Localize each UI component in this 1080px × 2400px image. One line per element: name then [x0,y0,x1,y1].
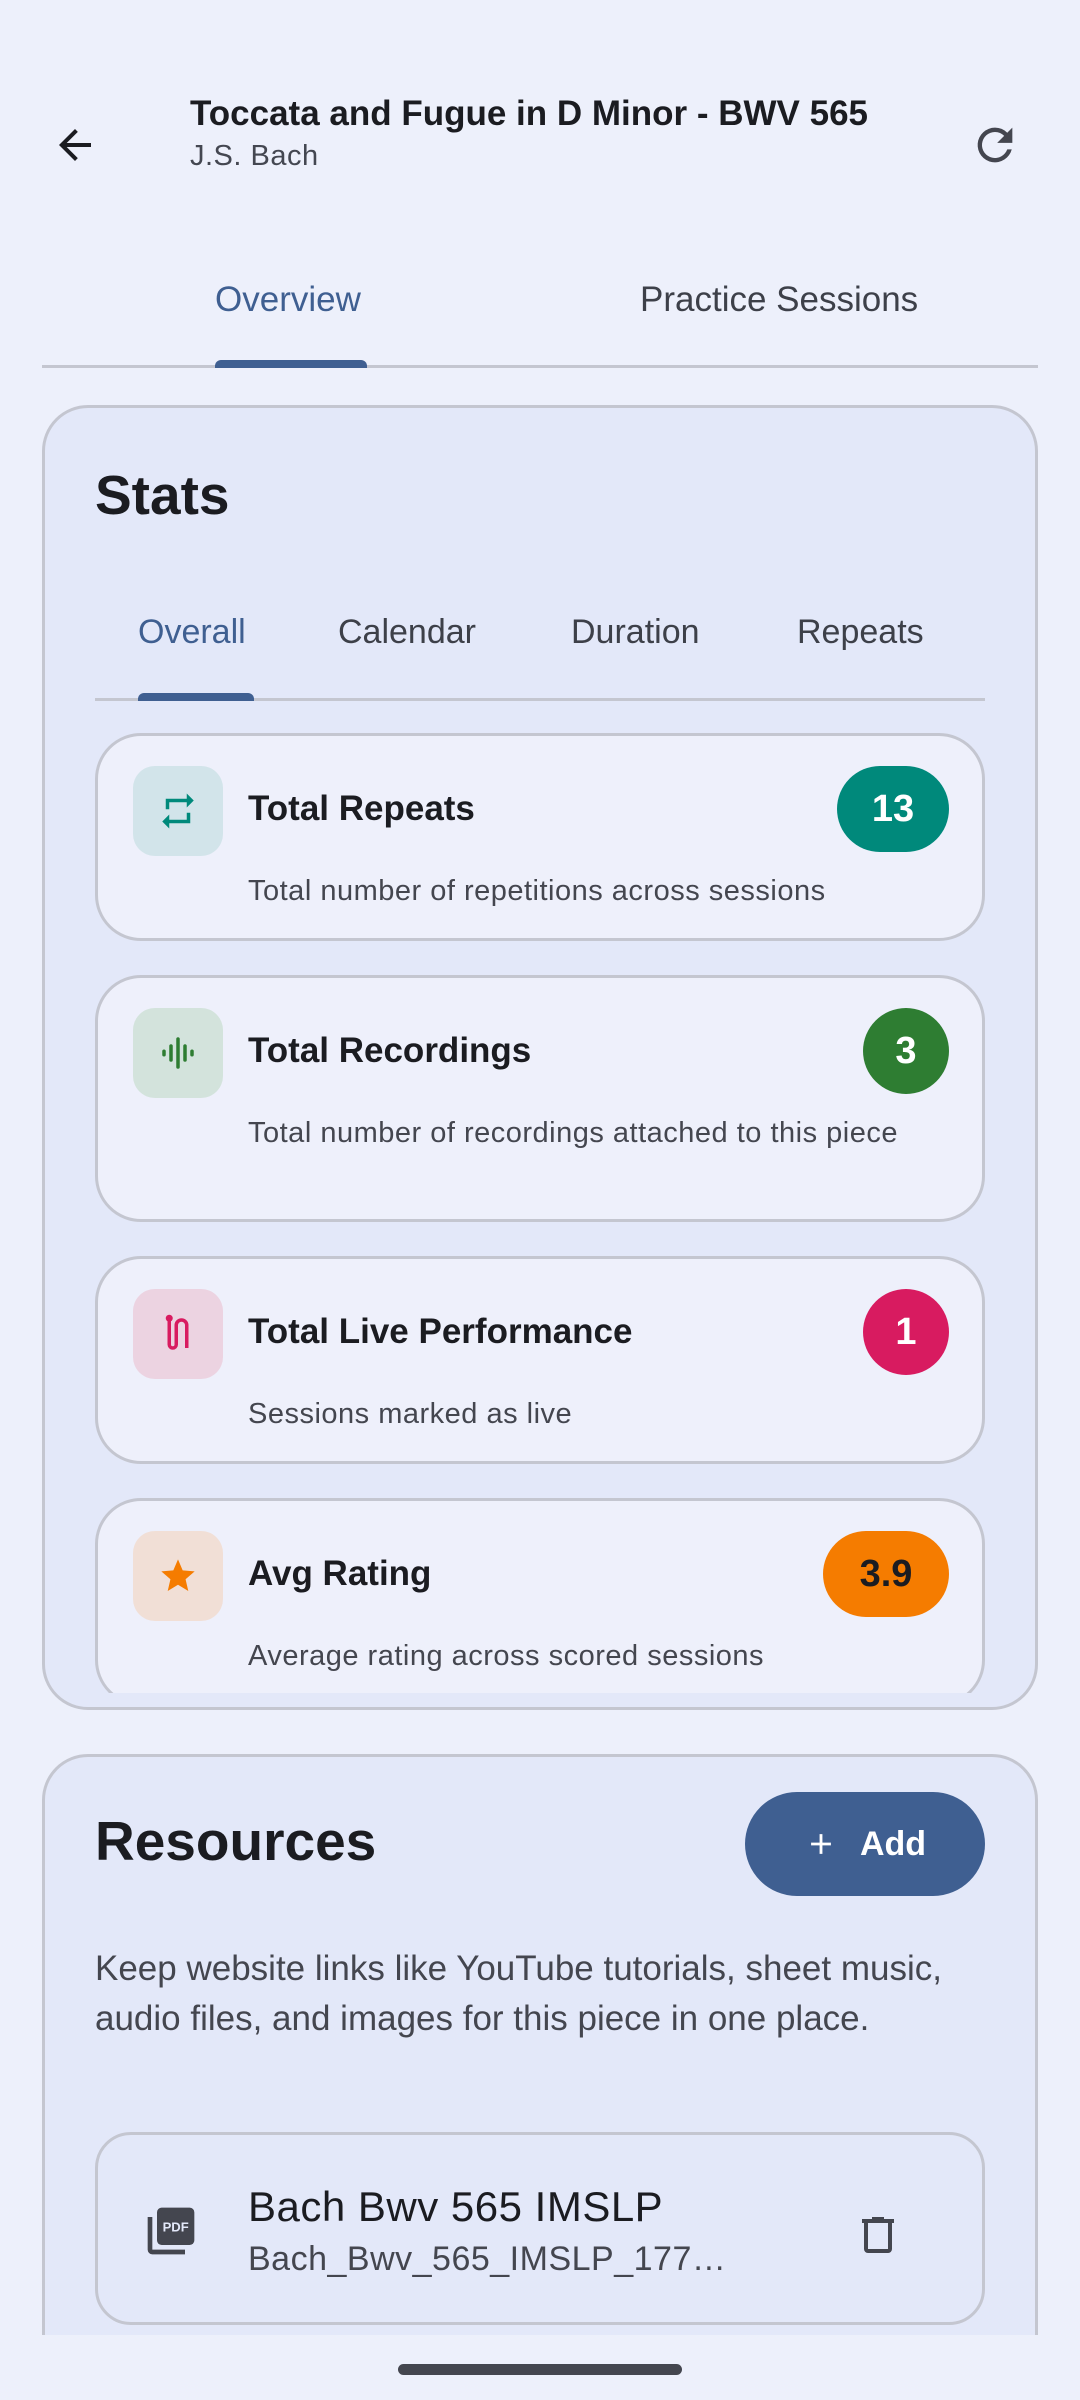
pdf-icon: PDF [143,2203,199,2264]
resource-filename: Bach_Bwv_565_IMSLP_177… [248,2240,727,2278]
stat-total-live-performance: Total Live Performance 1 Sessions marked… [95,1256,985,1464]
stat-avg-rating: Avg Rating 3.9 Average rating across sco… [95,1498,985,1693]
stats-tab-overall[interactable]: Overall [138,613,246,652]
stat-label: Total Repeats [248,789,475,828]
resource-item[interactable]: PDF Bach Bwv 565 IMSLP Bach_Bwv_565_IMSL… [95,2132,985,2325]
stats-tab-repeats[interactable]: Repeats [797,613,924,652]
stat-description: Average rating across scored sessions [248,1640,765,1672]
stat-badge: 3.9 [823,1531,949,1617]
tab-divider [42,365,1038,368]
resource-name: Bach Bwv 565 IMSLP [248,2183,664,2230]
stat-badge: 1 [863,1289,949,1375]
svg-text:PDF: PDF [163,2220,189,2235]
stat-total-recordings: Total Recordings 3 Total number of recor… [95,975,985,1222]
stats-title: Stats [95,464,230,526]
stats-list[interactable]: Total Repeats 13 Total number of repetit… [95,733,985,1693]
stat-icon-box [133,1289,223,1379]
repeat-icon [162,793,194,829]
stats-tab-indicator [138,693,254,701]
stat-total-repeats: Total Repeats 13 Total number of repetit… [95,733,985,941]
resources-title: Resources [95,1810,377,1872]
stat-label: Total Live Performance [248,1312,633,1351]
plus-icon [811,1834,831,1854]
tab-indicator [215,360,367,368]
stat-badge: 3 [863,1008,949,1094]
stat-badge: 13 [837,766,949,852]
arrow-left-icon [59,129,91,161]
resources-description: Keep website links like YouTube tutorial… [95,1949,942,2038]
stat-label: Total Recordings [248,1031,532,1070]
tab-overview[interactable]: Overview [215,280,361,360]
stat-description: Total number of recordings attached to t… [248,1117,898,1149]
delete-resource-button[interactable] [828,2185,928,2285]
star-icon [161,1559,195,1591]
trash-icon [862,2217,894,2253]
stat-icon-box [133,766,223,856]
stats-card: Stats Overall Calendar Duration Repeats … [42,405,1038,1710]
refresh-icon [977,127,1013,163]
home-indicator[interactable] [398,2364,682,2375]
stat-description: Total number of repetitions across sessi… [248,875,826,907]
stat-description: Sessions marked as live [248,1398,573,1430]
back-button[interactable] [30,100,120,190]
stat-label: Avg Rating [248,1554,432,1593]
tab-practice-sessions[interactable]: Practice Sessions [640,280,918,360]
stats-tab-calendar[interactable]: Calendar [338,613,476,652]
waveform-icon [162,1037,194,1069]
resources-card: Resources Add Keep website links like Yo… [42,1754,1038,2400]
stat-icon-box [133,1531,223,1621]
composer-subtitle: J.S. Bach [190,140,319,172]
stats-tab-duration[interactable]: Duration [571,613,700,652]
stat-icon-box [133,1008,223,1098]
refresh-button[interactable] [950,100,1040,190]
page-title: Toccata and Fugue in D Minor - BWV 565 [190,94,869,133]
add-resource-button[interactable]: Add [745,1792,985,1896]
add-button-label: Add [859,1824,927,1863]
microphone-icon [165,1314,189,1350]
